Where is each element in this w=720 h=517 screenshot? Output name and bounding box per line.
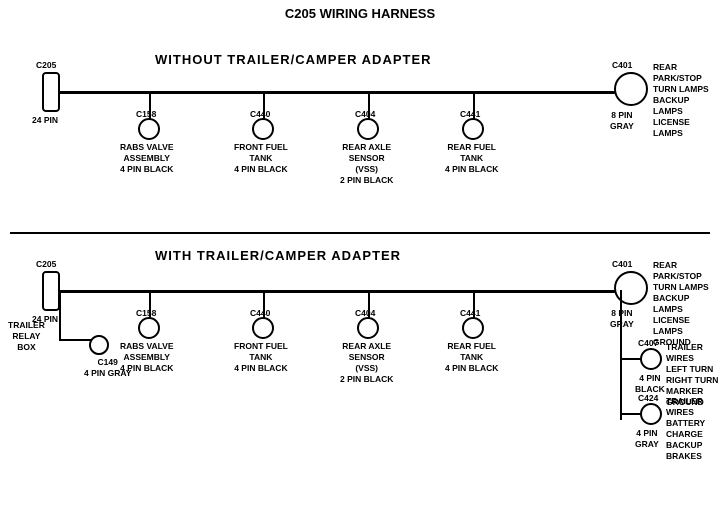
c158-bot-sublabel: RABS VALVEASSEMBLY4 PIN BLACK [120,341,174,374]
c404-top-label: C404 [355,109,375,120]
c424-right-label: TRAILER WIRESBATTERY CHARGEBACKUPBRAKES [666,396,720,462]
top-section-label: WITHOUT TRAILER/CAMPER ADAPTER [155,52,432,67]
c205-top-sublabel: 24 PIN [32,115,58,126]
section-divider [10,232,710,234]
c440-bot-label: C440 [250,308,270,319]
c441-top-sublabel: REAR FUELTANK4 PIN BLACK [445,142,498,175]
c440-bot-sublabel: FRONT FUELTANK4 PIN BLACK [234,341,288,374]
bottom-section-label: WITH TRAILER/CAMPER ADAPTER [155,248,401,263]
c441-bot-label: C441 [460,308,480,319]
c401-top-connector [614,72,648,106]
c404-top-sublabel: REAR AXLESENSOR(VSS)2 PIN BLACK [340,142,393,186]
c158-top-connector [138,118,160,140]
c440-top-sublabel: FRONT FUELTANK4 PIN BLACK [234,142,288,175]
c407-hline [621,358,641,360]
bottom-main-hline [58,290,630,293]
c424-hline [621,413,641,415]
c158-bot-connector [138,317,160,339]
trailer-relay-vline [59,290,61,340]
c441-bot-connector [462,317,484,339]
c441-top-connector [462,118,484,140]
c424-connector [640,403,662,425]
c440-bot-connector [252,317,274,339]
c404-top-connector [357,118,379,140]
c404-bot-connector [357,317,379,339]
c149-connector [89,335,109,355]
c205-bot-connector [42,271,60,311]
c407-label: C407 [638,338,658,349]
c205-top-label: C205 [36,60,56,71]
c401-bot-right-label: REAR PARK/STOPTURN LAMPSBACKUP LAMPSLICE… [653,260,720,348]
c158-top-sublabel: RABS VALVEASSEMBLY4 PIN BLACK [120,142,174,175]
page-title: C205 WIRING HARNESS [0,6,720,21]
c407-sublabel: 4 PINBLACK [635,373,665,395]
right-branch-vline [620,290,622,420]
c205-top-connector [42,72,60,112]
c401-top-right-label: REAR PARK/STOPTURN LAMPSBACKUP LAMPSLICE… [653,62,720,139]
c440-top-connector [252,118,274,140]
c404-bot-sublabel: REAR AXLESENSOR(VSS)2 PIN BLACK [340,341,393,385]
c205-bot-label: C205 [36,259,56,270]
c441-bot-sublabel: REAR FUELTANK4 PIN BLACK [445,341,498,374]
c407-connector [640,348,662,370]
c404-bot-label: C404 [355,308,375,319]
c424-label: C424 [638,393,658,404]
c440-top-label: C440 [250,109,270,120]
c424-sublabel: 4 PINGRAY [635,428,659,450]
c158-top-label: C158 [136,109,156,120]
c401-top-label: C401 [612,60,632,71]
c441-top-label: C441 [460,109,480,120]
c401-bot-label: C401 [612,259,632,270]
c401-top-sublabel: 8 PINGRAY [610,110,634,132]
top-main-hline [58,91,630,94]
c158-bot-label: C158 [136,308,156,319]
trailer-relay-label: TRAILERRELAYBOX [8,320,45,353]
